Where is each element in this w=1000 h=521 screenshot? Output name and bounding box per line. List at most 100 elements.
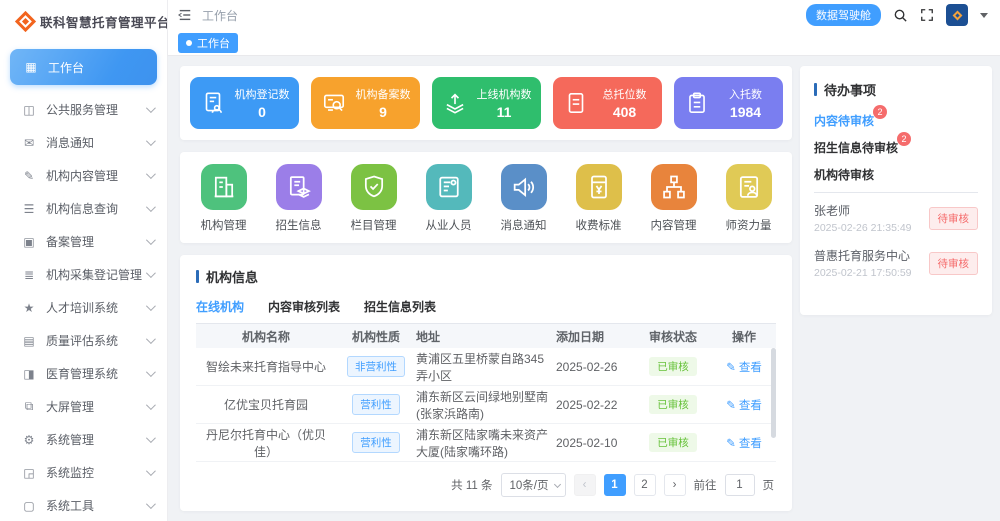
- prev-page-button[interactable]: ‹: [574, 474, 596, 496]
- table-body[interactable]: 智绘未来托育指导中心 非营利性 黄浦区五里桥蒙自路345弄小区 2025-02-…: [196, 348, 776, 463]
- sidebar-menu: ▦ 工作台 ◫ 公共服务管理 ✉ 消息通知 ✎ 机构内容管理 ☰ 机构信息查询: [0, 41, 167, 521]
- view-link[interactable]: ✎ 查看: [726, 362, 762, 374]
- stat-value: 408: [613, 104, 636, 120]
- sidebar-item-public-service[interactable]: ◫ 公共服务管理: [0, 93, 167, 126]
- org-date: 2025-02-10: [556, 436, 634, 450]
- collapse-menu-icon[interactable]: [178, 8, 192, 22]
- sidebar-item-workbench[interactable]: ▦ 工作台: [10, 49, 157, 85]
- quick-action-label: 机构管理: [201, 217, 247, 233]
- sidebar-item-message-notice[interactable]: ✉ 消息通知: [0, 126, 167, 159]
- quick-action-message-notice[interactable]: 消息通知: [489, 164, 559, 233]
- sidebar-item-medical-care[interactable]: ◨ 医育管理系统: [0, 357, 167, 390]
- quick-action-org-mgmt[interactable]: 机构管理: [189, 164, 259, 233]
- chevron-down-icon: [146, 466, 156, 476]
- app-root: 联科智慧托育管理平台 ▦ 工作台 ◫ 公共服务管理 ✉ 消息通知 ✎ 机构内容管…: [0, 0, 1000, 521]
- goto-page-input[interactable]: [725, 474, 755, 496]
- pending-review-button[interactable]: 待审核: [929, 252, 979, 275]
- sidebar-item-filing-mgmt[interactable]: ▣ 备案管理: [0, 225, 167, 258]
- tab-content-review-list[interactable]: 内容审核列表: [268, 298, 340, 315]
- quick-action-label: 收费标准: [576, 217, 622, 233]
- chevron-down-icon: [146, 400, 156, 410]
- page-2-button[interactable]: 2: [634, 474, 656, 496]
- sidebar-item-label: 机构采集登记管理: [46, 266, 146, 283]
- quick-action-fee-standard[interactable]: 收费标准: [564, 164, 634, 233]
- tag-workbench[interactable]: 工作台: [178, 33, 238, 53]
- doc-teacher-icon: [735, 173, 763, 201]
- sitemap-icon: [660, 173, 688, 201]
- tab-online-orgs[interactable]: 在线机构: [196, 298, 244, 315]
- tab-content-pending[interactable]: 内容待审核2: [814, 112, 874, 129]
- stat-card-registered[interactable]: 机构登记数0: [190, 77, 299, 129]
- sidebar-item-talent-training[interactable]: ★ 人才培训系统: [0, 291, 167, 324]
- sidebar-item-system-monitor[interactable]: ◲ 系统监控: [0, 456, 167, 489]
- notification-badge: 2: [873, 105, 887, 119]
- stat-card-enrolled[interactable]: 入托数1984: [674, 77, 783, 129]
- chevron-down-icon: [146, 433, 156, 443]
- next-page-button[interactable]: ›: [664, 474, 686, 496]
- status-badge: 已审核: [649, 395, 697, 414]
- monitor-icon: ◫: [22, 103, 36, 117]
- chevron-down-icon: [146, 367, 156, 377]
- fullscreen-icon[interactable]: [920, 8, 934, 22]
- gear-icon: ⚙: [22, 433, 36, 447]
- page-1-button[interactable]: 1: [604, 474, 626, 496]
- document-icon: ▤: [22, 334, 36, 348]
- sidebar-item-org-info-query[interactable]: ☰ 机构信息查询: [0, 192, 167, 225]
- sidebar-item-system-mgmt[interactable]: ⚙ 系统管理: [0, 423, 167, 456]
- quick-action-label: 栏目管理: [351, 217, 397, 233]
- org-name: 丹尼尔托育中心（优贝佳）: [196, 426, 336, 460]
- user-menu-caret-icon[interactable]: [980, 13, 988, 18]
- stat-card-total-slots[interactable]: 总托位数408: [553, 77, 662, 129]
- tab-enrollment-info-list[interactable]: 招生信息列表: [364, 298, 436, 315]
- todo-title: 待办事项: [814, 80, 978, 99]
- quick-action-column-mgmt[interactable]: 栏目管理: [339, 164, 409, 233]
- dashboard-icon: ▦: [24, 60, 38, 74]
- page-size-select[interactable]: 10条/页: [501, 473, 566, 497]
- sidebar-item-system-tools[interactable]: ▢ 系统工具: [0, 489, 167, 521]
- org-type-badge: 营利性: [352, 394, 400, 415]
- sidebar-item-label: 系统管理: [46, 431, 146, 448]
- stat-label: 机构登记数: [235, 86, 290, 102]
- col-review-status: 审核状态: [634, 328, 712, 345]
- todo-item: 普惠托育服务中心 2025-02-21 17:50:59 待审核: [814, 238, 978, 283]
- sidebar-item-label: 人才培训系统: [46, 299, 146, 316]
- sidebar-item-label: 医育管理系统: [46, 365, 146, 382]
- stat-card-online[interactable]: 上线机构数11: [432, 77, 541, 129]
- search-icon[interactable]: [893, 8, 908, 23]
- view-link[interactable]: ✎ 查看: [726, 400, 762, 412]
- quick-action-label: 内容管理: [651, 217, 697, 233]
- doc-profile-icon: [435, 173, 463, 201]
- card-search-icon: [321, 90, 347, 116]
- edit-icon: ✎: [22, 169, 36, 183]
- list-icon: ☰: [22, 202, 36, 216]
- col-org-type: 机构性质: [336, 328, 416, 345]
- title-bar-icon: [814, 83, 817, 96]
- stat-card-filed[interactable]: 机构备案数9: [311, 77, 420, 129]
- sidebar-item-quality-eval[interactable]: ▤ 质量评估系统: [0, 324, 167, 357]
- star-icon: ★: [22, 301, 36, 315]
- tab-enrollment-pending[interactable]: 招生信息待审核2: [814, 139, 898, 156]
- quick-action-content-mgmt[interactable]: 内容管理: [639, 164, 709, 233]
- org-info-panel: 机构信息 在线机构 内容审核列表 招生信息列表 机构名称 机构性质 地址 添加日…: [180, 255, 792, 511]
- avatar[interactable]: [946, 4, 968, 26]
- sidebar-item-org-content[interactable]: ✎ 机构内容管理: [0, 159, 167, 192]
- speaker-icon: [510, 173, 538, 201]
- quick-action-enrollment-info[interactable]: 招生信息: [264, 164, 334, 233]
- pagination-total: 共 11 条: [451, 477, 492, 493]
- table-scrollbar[interactable]: [771, 348, 776, 438]
- breadcrumb: 工作台: [202, 7, 238, 24]
- view-link[interactable]: ✎ 查看: [726, 438, 762, 450]
- tab-org-pending[interactable]: 机构待审核: [814, 166, 874, 183]
- logo: 联科智慧托育管理平台: [0, 0, 167, 41]
- doc-layers-icon: [285, 173, 313, 201]
- chevron-down-icon: [146, 235, 156, 245]
- quick-action-practitioners[interactable]: 从业人员: [414, 164, 484, 233]
- quick-action-faculty[interactable]: 师资力量: [714, 164, 784, 233]
- sidebar-item-org-collect-register[interactable]: ≣ 机构采集登记管理: [0, 258, 167, 291]
- chevron-down-icon: [146, 136, 156, 146]
- col-address: 地址: [416, 328, 556, 345]
- table-row: 经济技术开发区新城幼儿 营利性 浦东新区世茂滨江花园南 已审核 ✎ 查看: [196, 462, 776, 463]
- sidebar-item-bigscreen[interactable]: ⧉ 大屏管理: [0, 390, 167, 423]
- pending-review-button[interactable]: 待审核: [929, 207, 979, 230]
- data-cockpit-button[interactable]: 数据驾驶舱: [806, 4, 881, 26]
